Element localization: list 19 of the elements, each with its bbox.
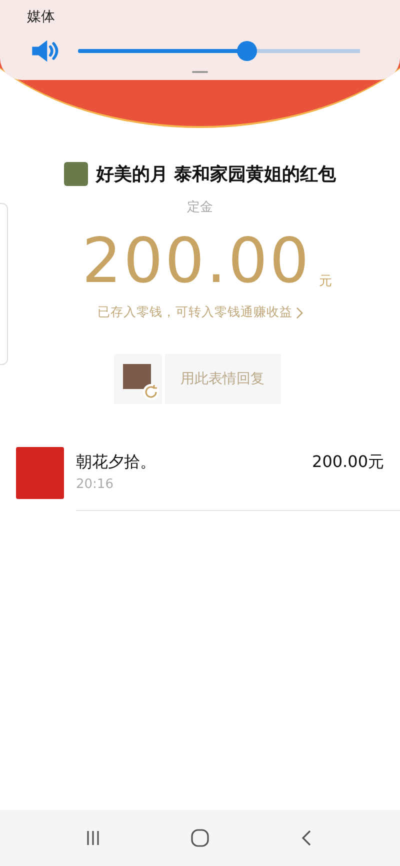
change-link[interactable]: 已存入零钱，可转入零钱通赚收益 (98, 304, 292, 321)
sticker-thumbnail[interactable] (114, 354, 162, 404)
home-icon[interactable] (190, 828, 210, 848)
chevron-right-icon (296, 306, 302, 318)
refresh-icon[interactable] (142, 384, 158, 400)
photo-placeholder (64, 162, 88, 186)
amount: 200.00 (82, 230, 311, 292)
reply-button[interactable]: 用此表情回复 (164, 354, 280, 404)
avatar-placeholder (16, 447, 64, 499)
record-time: 20:16 (76, 477, 114, 492)
photo-placeholder (122, 364, 150, 389)
packet-note: 定金 (186, 199, 214, 216)
packet-title: 好美的月 泰和家园黄姐的红包 (96, 163, 336, 186)
currency-unit: 元 (318, 273, 332, 290)
record-amount: 200.00元 (312, 452, 384, 473)
sender-name: 朝花夕拾。 (76, 452, 156, 473)
volume-label: 媒体 (27, 8, 55, 26)
drag-handle[interactable] (192, 71, 208, 73)
speaker-icon[interactable] (30, 38, 60, 64)
